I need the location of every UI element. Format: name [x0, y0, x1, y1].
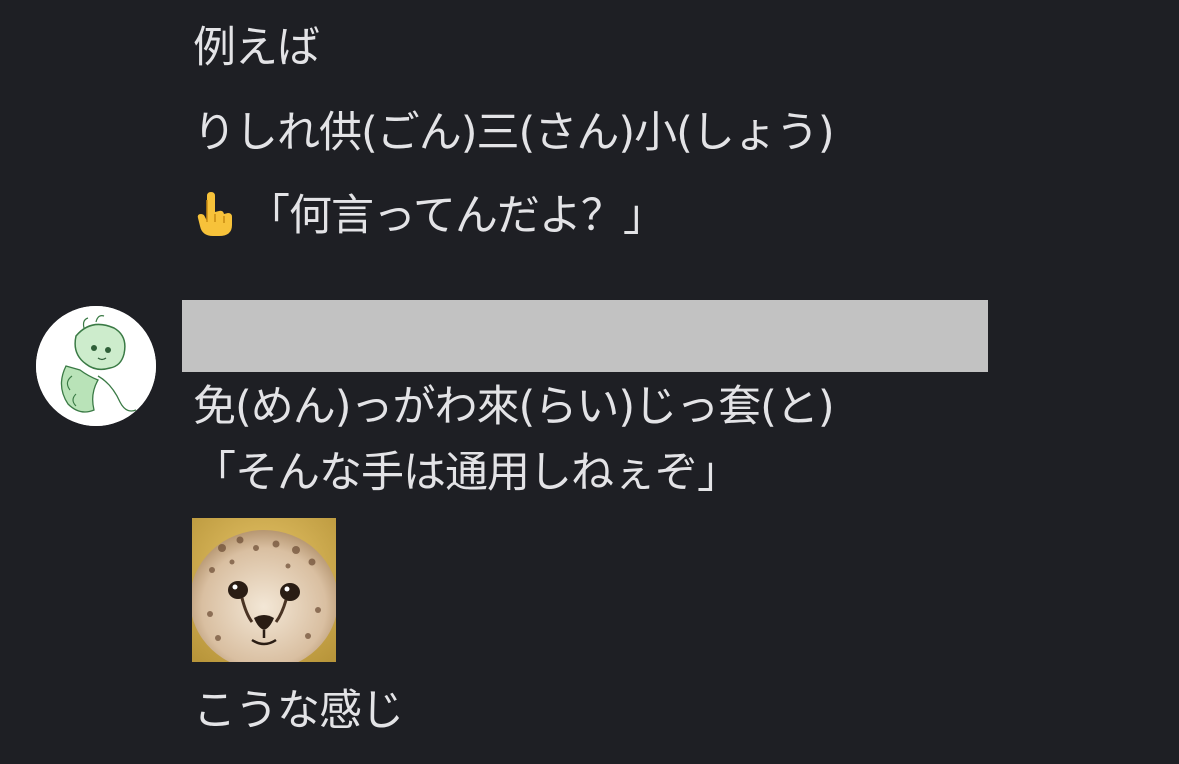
user-avatar[interactable]: [36, 306, 156, 426]
message-line-2: りしれ供(ごん)三(さん)小(しょう): [193, 108, 835, 158]
message-line-1: 例えば: [193, 23, 320, 73]
reply-line-2: 「そんな手は通用しねぇぞ」: [193, 448, 740, 498]
author-name-redacted: [182, 300, 988, 372]
reply-line-1: 免(めん)っがわ來(らい)じっ套(と): [193, 382, 835, 432]
reply-line-3: こうな感じ: [193, 686, 404, 736]
cheetah-sticker[interactable]: [192, 518, 336, 662]
avatar-sketch-icon: [36, 306, 156, 426]
cheetah-cub-face-icon: [192, 518, 336, 662]
message-line-3: 「何言ってんだよ？」: [193, 191, 666, 241]
pointing-up-emoji-icon: [197, 192, 232, 236]
message-line-3-text: 「何言ってんだよ？」: [247, 191, 666, 241]
